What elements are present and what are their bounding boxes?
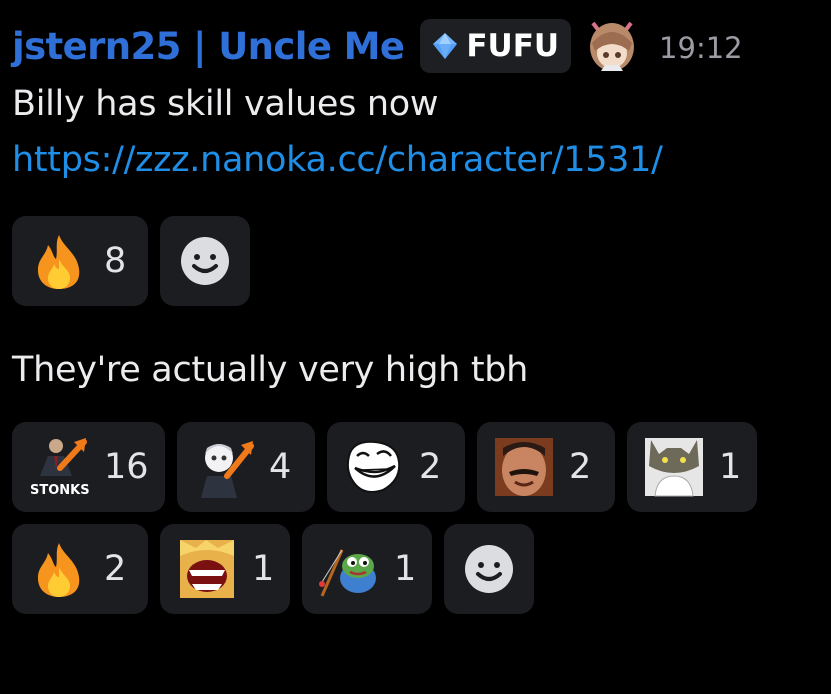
reaction-count: 4	[269, 447, 292, 487]
character-link[interactable]: https://zzz.nanoka.cc/character/1531/	[12, 140, 663, 180]
add-reaction-icon	[181, 237, 229, 285]
reaction-row-1: 8	[12, 216, 250, 306]
laughing-man-emoji	[493, 436, 555, 498]
reaction-count: 1	[719, 447, 742, 487]
reaction-fire-2[interactable]: 2	[12, 524, 148, 614]
stonks-emoji: STONKS	[28, 436, 90, 498]
reaction-count: 16	[104, 447, 149, 487]
reaction-stonks[interactable]: STONKS 16	[12, 422, 165, 512]
cat-emoji	[643, 436, 705, 498]
fire-emoji	[28, 538, 90, 600]
stonks-caption: STONKS	[30, 483, 90, 498]
reaction-row-3: 2 1 1	[12, 524, 534, 614]
reaction-troll-face[interactable]: 2	[327, 422, 465, 512]
reaction-count: 2	[419, 447, 442, 487]
gem-icon	[433, 33, 458, 59]
reaction-anime-stonks[interactable]: 4	[177, 422, 315, 512]
anime-stonks-emoji	[193, 436, 255, 498]
server-tag[interactable]: FUFU	[420, 19, 572, 73]
fire-emoji	[28, 230, 90, 292]
message-header: jstern25 | Uncle Me FUFU 19:12	[12, 18, 743, 74]
add-reaction-button-2[interactable]	[444, 524, 534, 614]
fishing-frog-emoji	[318, 538, 380, 600]
reaction-screaming[interactable]: 1	[160, 524, 290, 614]
message-text-2: They're actually very high tbh	[12, 350, 529, 390]
server-tag-label: FUFU	[466, 28, 560, 64]
reaction-count: 2	[569, 447, 592, 487]
reaction-cat[interactable]: 1	[627, 422, 757, 512]
reaction-laughing-man[interactable]: 2	[477, 422, 615, 512]
reaction-count: 2	[104, 549, 127, 589]
reaction-count: 1	[252, 549, 275, 589]
reaction-row-2: STONKS 16 4 2 2 1	[12, 422, 757, 512]
reaction-fire[interactable]: 8	[12, 216, 148, 306]
add-reaction-icon	[465, 545, 513, 593]
troll-face-emoji	[343, 436, 405, 498]
reaction-count: 8	[104, 241, 127, 281]
reaction-fishing-frog[interactable]: 1	[302, 524, 432, 614]
reaction-count: 1	[394, 549, 417, 589]
message-text-1: Billy has skill values now	[12, 84, 439, 124]
avatar[interactable]	[583, 17, 641, 75]
screaming-emoji	[176, 538, 238, 600]
add-reaction-button[interactable]	[160, 216, 250, 306]
timestamp: 19:12	[659, 31, 743, 65]
username[interactable]: jstern25 | Uncle Me	[12, 25, 405, 68]
